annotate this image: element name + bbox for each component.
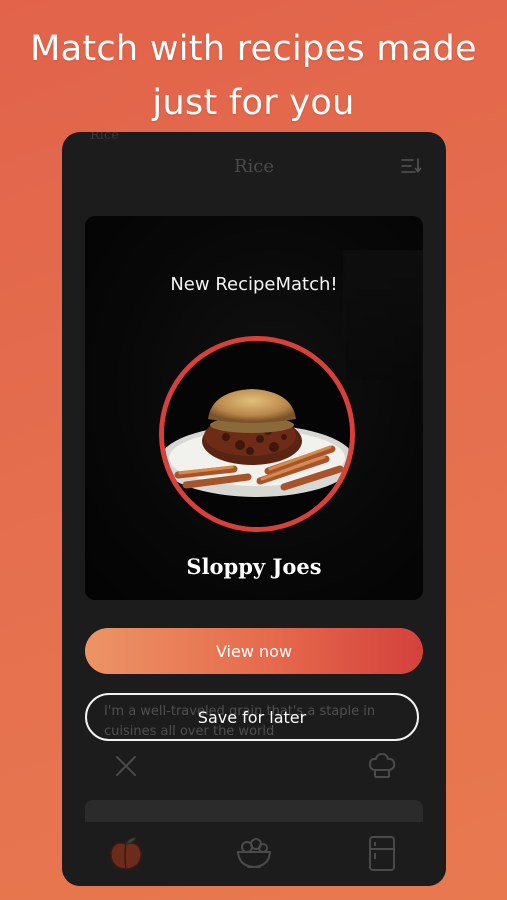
save-for-later-button[interactable]: Save for later [85, 693, 419, 741]
filter-icon[interactable] [400, 156, 422, 176]
match-heading: New RecipeMatch! [170, 274, 338, 295]
salad-bowl-icon[interactable] [234, 834, 274, 872]
headline: Match with recipes made just for you [30, 29, 477, 123]
view-now-button[interactable]: View now [85, 628, 423, 674]
dish-name: Sloppy Joes [186, 554, 322, 579]
peach-icon[interactable] [106, 834, 146, 872]
recipe-match-card: New RecipeMatch! Sloppy Joes [85, 216, 423, 600]
fridge-icon[interactable] [362, 834, 402, 872]
chef-hat-icon[interactable] [366, 750, 398, 782]
phone-screen: Rice Rice New RecipeMatch! Sloppy Joes V… [62, 132, 446, 886]
app-title: Rice [233, 156, 275, 177]
bottom-nav [62, 822, 446, 886]
ghost-tab-label: Rice [90, 132, 119, 143]
dismiss-x-icon[interactable] [114, 754, 138, 778]
dish-photo [159, 336, 355, 532]
